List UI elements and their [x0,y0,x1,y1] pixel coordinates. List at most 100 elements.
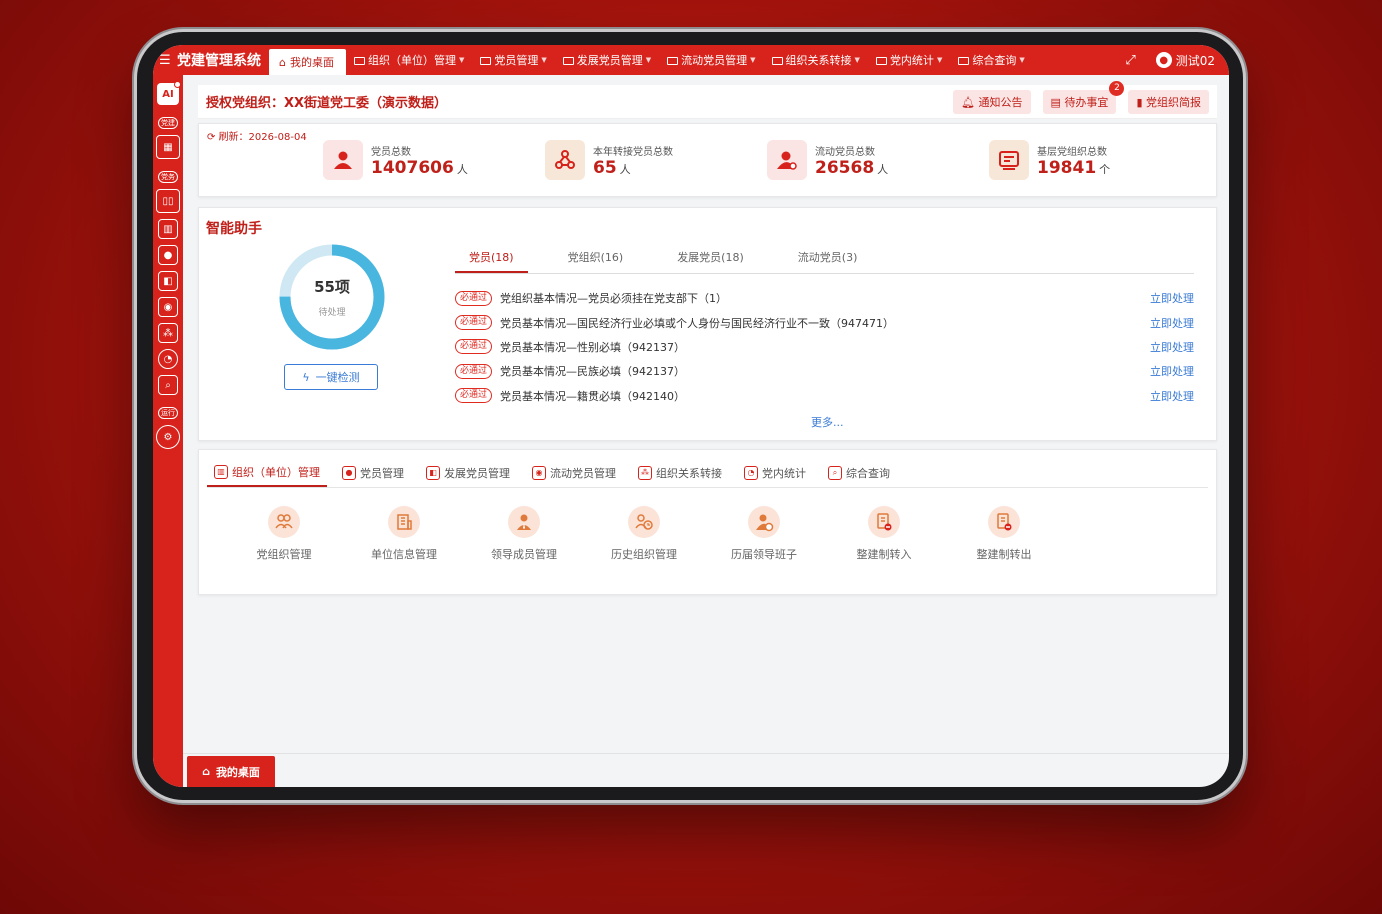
person-icon[interactable]: ● [158,245,178,265]
network-icon[interactable]: ⁂ [158,323,178,343]
clipboard-icon: ▤ [1050,95,1065,109]
notice-button[interactable]: 🔔︎ 通知公告 [953,89,1031,114]
required-tag: 必通过 [455,315,493,331]
module-unit-info[interactable]: 单位信息管理 [344,506,464,562]
nav-development-management[interactable]: 发展党员管理 ▼ [555,52,659,68]
lightning-icon: ϟ [302,370,310,384]
nav-member-management[interactable]: 党员管理 ▼ [472,52,554,68]
tab-members[interactable]: 党员(18) [455,244,528,273]
handle-now-link[interactable]: 立即处理 [1150,315,1194,331]
nav-home-tab[interactable]: ⌂ 我的桌面 [269,49,346,75]
stat-number: 65 [593,157,617,178]
search-doc-icon[interactable]: ⌕ [158,375,178,395]
home-icon: ⌂ [279,55,286,69]
tab-mobile[interactable]: 流动党员(3) [784,244,872,273]
left-sidebar: AI 党建 ▦ 党务 ▯▯ ▥ ● ◧ ◉ ⁂ ◔ ⌕ 运行 ⚙ [153,75,183,787]
more-link[interactable]: 更多... [811,414,844,430]
issue-text: 党员基本情况—民族必填（942137） [500,365,686,379]
required-tag: 必通过 [455,388,493,404]
network-icon: ⁂ [638,465,652,480]
refresh-info[interactable]: ⟳ 刷新：2026-08-04 [207,128,307,143]
module-tab-label: 组织（单位）管理 [232,465,320,479]
refresh-label: 刷新：2026-08-04 [218,132,307,143]
stat-number: 19841 [1037,157,1097,178]
main-content: 授权党组织：XX街道党工委（演示数据） 🔔︎ 通知公告 ▤ 待办事宜 2 ▮ 党组… [183,75,1229,787]
module-tab-development[interactable]: ◧ 发展党员管理 [419,458,517,487]
menu-icon[interactable]: ☰ [159,53,177,68]
module-tab-label: 流动党员管理 [550,466,616,480]
nav-org-management[interactable]: 组织（单位）管理 ▼ [346,52,472,68]
nav-relation-transfer[interactable]: 组织关系转接 ▼ [764,52,868,68]
gear-icon[interactable]: ⚙ [156,425,180,449]
user-name: 测试02 [1175,53,1215,68]
ai-button[interactable]: AI [157,81,181,105]
module-label: 领导成员管理 [491,548,557,561]
module-label: 单位信息管理 [371,548,437,561]
list-item: 必通过 党员基本情况—籍贯必填（942140） 立即处理 [455,384,1194,408]
building-icon[interactable]: ▥ [158,219,178,239]
app-title: 党建管理系统 [177,53,261,69]
footer-home-tab[interactable]: ⌂ 我的桌面 [187,756,275,787]
module-history-org[interactable]: 历史组织管理 [584,506,704,562]
fullscreen-icon[interactable]: ⤢ [1125,53,1135,68]
pie-chart-icon[interactable]: ◔ [158,349,178,369]
one-click-check-button[interactable]: ϟ 一键检测 [284,364,378,390]
module-tab-mobile[interactable]: ◉ 流动党员管理 [525,458,623,487]
check-button-label: 一键检测 [315,371,360,384]
module-tab-statistics[interactable]: ◔ 党内统计 [737,458,813,487]
report-button[interactable]: ▮ 党组织简报 [1128,89,1209,114]
module-tab-transfer[interactable]: ⁂ 组织关系转接 [631,458,729,487]
person-badge-icon[interactable]: ◉ [158,297,178,317]
org-actions: 🔔︎ 通知公告 ▤ 待办事宜 2 ▮ 党组织简报 [953,80,1209,114]
stat-value: 65 人 [593,158,673,178]
building-icon [388,506,420,538]
donut-center: 55项 待处理 [277,242,387,352]
module-bulk-transfer-out[interactable]: 整建制转出 [944,506,1064,562]
module-tab-org[interactable]: ▥ 组织（单位）管理 [207,458,327,487]
book-icon[interactable]: ▯▯ [156,189,180,213]
person-icon: ● [342,465,356,480]
module-bulk-transfer-in[interactable]: 整建制转入 [824,506,944,562]
handle-now-link[interactable]: 立即处理 [1150,388,1194,404]
folder-icon [875,56,887,65]
todo-button[interactable]: ▤ 待办事宜 2 [1042,80,1125,114]
stat-label: 基层党组织总数 [1037,146,1107,158]
stat-number: 1407606 [371,157,454,178]
tab-development[interactable]: 发展党员(18) [663,244,758,273]
issue-text: 党员基本情况—籍贯必填（942140） [500,389,686,403]
search-doc-icon: ⌕ [828,465,842,480]
issue-list: 必通过 党组织基本情况—党员必须挂在党支部下（1） 立即处理 必通过 党员基本情况—国… [455,286,1194,408]
home-icon: ⌂ [202,765,210,778]
module-label: 整建制转出 [976,548,1032,561]
tab-orgs[interactable]: 党组织(16) [554,244,638,273]
person-card-icon[interactable]: ◧ [158,271,178,291]
top-nav-bar: ☰ 党建管理系统 ⌂ 我的桌面 组织（单位）管理 ▼ 党员管理 ▼ 发展党员管理 ▼ … [153,45,1229,75]
issue-text: 党员基本情况—性别必填（942137） [500,340,686,354]
module-label: 党组织管理 [256,548,312,561]
person-history-icon [748,506,780,538]
module-org-management[interactable]: 党组织管理 [224,506,344,562]
nav-mobile-member-management[interactable]: 流动党员管理 ▼ [659,52,763,68]
module-tab-query[interactable]: ⌕ 综合查询 [821,458,897,487]
list-item: 必通过 党员基本情况—民族必填（942137） 立即处理 [455,359,1194,383]
module-past-leaders[interactable]: 历届领导班子 [704,506,824,562]
person-icon [323,140,363,180]
user-menu[interactable]: ● 测试02 [1155,52,1215,69]
module-tab-members[interactable]: ● 党员管理 [335,458,411,487]
module-label: 整建制转入 [856,548,912,561]
footer-divider [183,753,1229,754]
stat-mobile-members: 流动党员总数 26568 人 [767,140,989,180]
avatar-icon: ● [1155,52,1172,68]
handle-now-link[interactable]: 立即处理 [1150,339,1194,355]
calendar-icon[interactable]: ▦ [156,135,180,159]
nav-party-statistics[interactable]: 党内统计 ▼ [868,52,950,68]
module-leadership[interactable]: 领导成员管理 [464,506,584,562]
handle-now-link[interactable]: 立即处理 [1150,290,1194,306]
nav-label: 发展党员管理 [576,54,643,67]
list-item: 必通过 党组织基本情况—党员必须挂在党支部下（1） 立即处理 [455,286,1194,310]
todo-label: 待办事宜 [1064,95,1109,109]
handle-now-link[interactable]: 立即处理 [1150,363,1194,379]
nav-comprehensive-query[interactable]: 综合查询 ▼ [950,52,1032,68]
bell-icon: 🔔︎ [961,95,979,109]
person-card-icon: ◧ [426,465,440,480]
